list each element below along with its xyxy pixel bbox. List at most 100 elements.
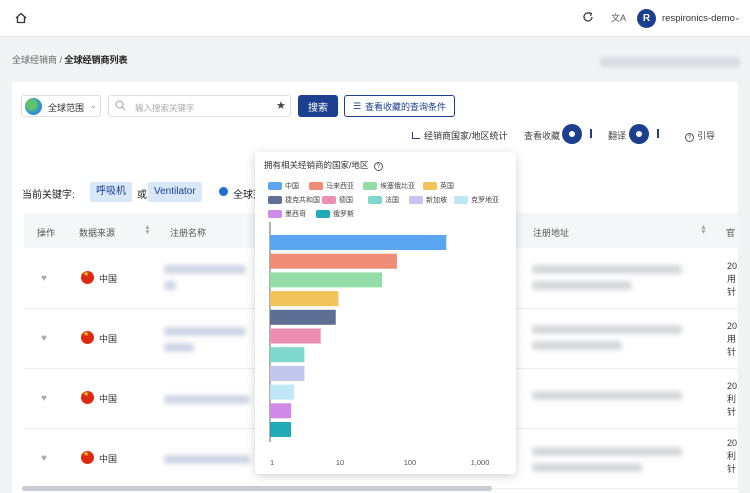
chevron-down-icon[interactable]: ⌄	[734, 13, 741, 22]
redacted-text	[164, 281, 176, 290]
keyword-tag[interactable]: Ventilator	[148, 182, 202, 202]
row-trail-line: 利	[727, 451, 737, 461]
bar-0[interactable]	[270, 235, 447, 250]
row-trail-line: 利	[727, 394, 737, 404]
bar-10[interactable]	[270, 422, 292, 437]
bar-3[interactable]	[270, 291, 339, 307]
row-trail: 20 利针	[727, 380, 737, 419]
row-country: 中国	[99, 454, 118, 464]
bar-8[interactable]	[270, 384, 294, 400]
list-icon: ☰	[352, 100, 362, 111]
search-button[interactable]: 搜索	[298, 95, 338, 117]
header-op: 操作	[37, 228, 56, 238]
redacted-text	[532, 447, 682, 456]
bar-5[interactable]	[270, 328, 321, 344]
header-last: 官	[726, 228, 736, 238]
translate-toggle[interactable]	[629, 124, 649, 144]
breadcrumb-parent[interactable]: 全球经销商	[12, 55, 57, 65]
breadcrumb-separator: /	[57, 55, 65, 65]
header-name[interactable]: 注册名称	[170, 226, 206, 239]
bar-4[interactable]	[270, 309, 336, 325]
row-trail-line: 针	[727, 287, 737, 297]
header-address[interactable]: 注册地址	[533, 226, 569, 239]
x-tick-label: 100	[404, 458, 417, 467]
row-trail: 20 用针	[727, 260, 737, 299]
redacted-text	[532, 325, 682, 334]
bar-2[interactable]	[270, 272, 383, 288]
horizontal-scrollbar[interactable]	[22, 486, 492, 491]
redacted-text	[532, 341, 622, 350]
scope-select[interactable]: 全球范围 ⌄	[21, 95, 101, 117]
header-source[interactable]: 数据来源	[79, 226, 115, 239]
guide-link[interactable]: ? 引导	[685, 129, 715, 142]
redacted-text	[532, 463, 642, 472]
stats-label: 经销商国家/地区统计	[424, 131, 508, 141]
search-placeholder: 输入搜索关键字	[135, 103, 195, 113]
redacted-text	[532, 391, 682, 400]
row-trail: 20 用针	[727, 320, 737, 359]
bar-7[interactable]	[270, 365, 305, 381]
bar-6[interactable]	[270, 347, 305, 363]
heart-icon[interactable]: ♥	[41, 333, 47, 344]
translate-icon[interactable]: 文A	[611, 11, 626, 24]
redacted-text	[164, 327, 246, 336]
saved-queries-button[interactable]: ☰ 查看收藏的查询条件	[344, 95, 455, 117]
scope-select-label: 全球范围	[48, 103, 85, 113]
search-icon	[115, 100, 126, 111]
help-icon: ?	[685, 133, 694, 142]
search-input[interactable]: 输入搜索关键字 ★	[108, 95, 291, 117]
heart-icon[interactable]: ♥	[41, 273, 47, 284]
bar-chart: 1 10 100 1,000	[269, 222, 490, 467]
refresh-icon[interactable]	[582, 11, 594, 23]
row-country: 中国	[99, 274, 118, 284]
row-trail-line: 20	[727, 381, 738, 391]
chevron-down-icon: ⌄	[90, 101, 97, 110]
avatar[interactable]: R	[637, 9, 656, 28]
heart-icon[interactable]: ♥	[41, 393, 47, 404]
sort-icon[interactable]: ▲ ▼	[700, 224, 707, 236]
guide-label: 引导	[697, 131, 716, 141]
bar-1[interactable]	[270, 253, 397, 269]
page-title: 全球经销商列表	[64, 55, 128, 65]
x-tick-label: 10	[336, 458, 344, 467]
row-country: 中国	[99, 334, 118, 344]
row-trail-line: 20	[727, 321, 738, 331]
redacted-text	[164, 265, 246, 274]
redacted-text	[532, 281, 632, 290]
breadcrumb: 全球经销商 / 全球经销商列表	[12, 53, 128, 66]
row-trail-line: 20	[727, 261, 738, 271]
translate-label: 翻译	[608, 131, 627, 141]
sort-icon[interactable]: ▲ ▼	[144, 224, 151, 236]
options-row: 经销商国家/地区统计 查看收藏 翻译 ? 引导	[12, 124, 738, 147]
keywords-prefix: 当前关键字:	[22, 190, 75, 201]
redacted-text	[600, 57, 740, 67]
china-flag-icon	[81, 270, 94, 284]
china-flag-icon	[81, 330, 94, 344]
saved-queries-label: 查看收藏的查询条件	[365, 101, 447, 112]
username[interactable]: respironics-demo	[662, 13, 735, 24]
home-icon[interactable]	[14, 11, 28, 25]
keyword-tag[interactable]: 呼吸机	[90, 182, 132, 202]
x-tick-label: 1,000	[471, 458, 490, 467]
china-flag-icon	[81, 390, 94, 404]
row-trail: 20 利针	[727, 437, 737, 476]
row-trail-line: 针	[727, 347, 737, 357]
redacted-text	[164, 343, 194, 352]
stats-link[interactable]: 经销商国家/地区统计	[412, 129, 508, 142]
chart-icon	[412, 132, 420, 139]
heart-icon[interactable]: ♥	[41, 453, 47, 464]
row-trail-line: 20	[727, 438, 738, 448]
star-icon[interactable]: ★	[276, 99, 286, 112]
view-saved-toggle[interactable]	[562, 124, 582, 144]
keywords-or: 或	[137, 190, 147, 201]
row-country: 中国	[99, 394, 118, 404]
row-trail-line: 针	[727, 407, 737, 417]
row-trail-line: 用	[727, 334, 737, 344]
redacted-text	[164, 455, 250, 464]
row-trail-line: 针	[727, 464, 737, 474]
globe-icon	[25, 98, 42, 115]
bar-9[interactable]	[270, 403, 292, 419]
scope-dot-icon	[219, 187, 228, 196]
x-tick-label: 1	[270, 458, 274, 467]
china-flag-icon	[81, 450, 94, 464]
